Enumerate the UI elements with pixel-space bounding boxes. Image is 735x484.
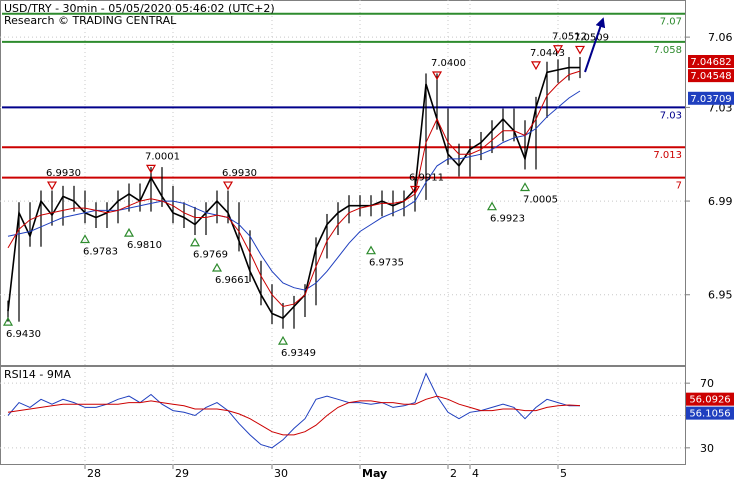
price-panel-frame — [0, 0, 686, 366]
chart-window: 7.07 7.058 7.03 7.013 7 6.9430 6.9930 6.9783 6.… — [0, 0, 735, 480]
rsi-panel-frame — [0, 366, 686, 465]
rsi-layer — [7, 372, 581, 449]
rsi-badge-label: 56.1056 — [689, 409, 730, 420]
price-badge-label: 7.04548 — [690, 71, 731, 82]
swing-low-label: 6.9783 — [83, 246, 118, 257]
axis-layer: 7.06 7.03 6.99 6.95 28 29 30 May 2 4 5 7.04682 7.045… — [84, 31, 734, 480]
x-axis-label: 30 — [274, 467, 288, 480]
swing-low-marker — [189, 237, 201, 247]
rsi-panel-title: RSI14 - 9MA — [4, 368, 71, 381]
swing-low-marker — [365, 245, 377, 255]
swing-high-marker — [46, 181, 58, 191]
swing-low-label: 6.9923 — [490, 214, 525, 225]
projection-arrow — [584, 17, 606, 73]
swing-low-label: 6.9735 — [369, 258, 404, 269]
swing-low-marker — [79, 234, 91, 244]
price-tick-label: 6.99 — [708, 195, 733, 208]
price-tick-label: 6.95 — [708, 289, 733, 302]
swing-low-marker — [211, 262, 223, 272]
level-label: 7.07 — [660, 17, 682, 28]
level-label: 7.013 — [653, 150, 682, 161]
rsi-tick-label: 30 — [700, 442, 714, 455]
swing-low-marker — [123, 227, 135, 237]
grid-layer — [0, 0, 685, 465]
x-axis-label: 29 — [175, 467, 189, 480]
swing-low-label: 6.9349 — [281, 348, 316, 359]
swing-high-marker — [574, 45, 586, 55]
swing-low-marker — [519, 182, 531, 192]
swing-low-label: 6.9769 — [193, 250, 228, 261]
level-label: 7.03 — [660, 110, 682, 121]
swing-high-marker — [530, 61, 542, 71]
swing-low-label: 6.9430 — [6, 329, 41, 340]
rsi-badge-label: 56.0926 — [689, 395, 730, 406]
swing-high-label: 6.9911 — [409, 172, 444, 183]
price-tick-label: 7.06 — [708, 31, 733, 44]
chart-svg: 7.077.0587.037.0137 6.94306.99306.97836.… — [0, 0, 734, 480]
swing-low-marker — [486, 201, 498, 211]
swing-high-marker — [222, 181, 234, 191]
level-label: 7 — [676, 181, 682, 192]
chart-header-line2: Research © TRADING CENTRAL — [4, 14, 177, 27]
swing-low-marker — [277, 335, 289, 345]
annotation-layer: 6.9430 6.9930 6.9783 6.9810 7.0001 6.9769 6.96… — [2, 32, 609, 359]
level-label: 7.058 — [653, 45, 682, 56]
x-axis-label: 2 — [450, 467, 457, 480]
ma-slow-line — [7, 90, 581, 291]
x-axis-label: May — [362, 467, 387, 480]
swing-high-label: 7.0001 — [145, 151, 180, 162]
x-axis-label: 5 — [560, 467, 567, 480]
swing-low-label: 6.9661 — [215, 275, 250, 286]
price-badge-label: 7.04682 — [690, 57, 731, 68]
rsi-tick-label: 70 — [700, 377, 714, 390]
price-badge-label: 7.03709 — [690, 94, 731, 105]
swing-high-label: 7.0400 — [431, 58, 466, 69]
x-axis-label: 4 — [472, 467, 479, 480]
swing-high-label: 6.9930 — [222, 168, 257, 179]
swing-high-label: 7.0509 — [574, 32, 609, 43]
swing-low-label: 7.0005 — [523, 194, 558, 205]
swing-high-label: 6.9930 — [46, 168, 81, 179]
swing-low-label: 6.9810 — [127, 240, 162, 251]
x-axis-label: 28 — [87, 467, 101, 480]
price-close-line — [7, 66, 580, 320]
